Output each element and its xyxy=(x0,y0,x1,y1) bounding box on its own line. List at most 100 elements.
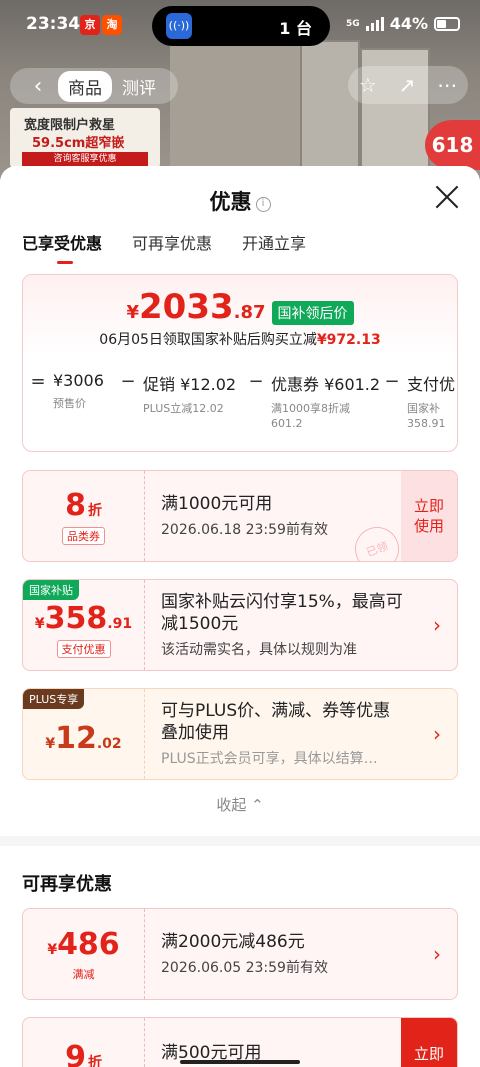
chevron-right-icon[interactable]: › xyxy=(433,942,441,966)
tab-more-available[interactable]: 可再享优惠 xyxy=(132,230,212,264)
breakdown-sub: 预售价 xyxy=(53,397,86,410)
coupon-tag: 支付优惠 xyxy=(56,639,111,658)
breakdown-value: 优惠券 ¥601.2 xyxy=(271,375,381,394)
tab-review[interactable]: 测评 xyxy=(112,71,166,102)
claim-text: 06月05日领取国家补贴后购买立减 xyxy=(99,332,317,348)
coupon-full-reduction[interactable]: ¥ 486 满减 满2000元减486元 2026.06.05 23:59前有效… xyxy=(22,908,458,1000)
network-label: 5G xyxy=(346,18,360,29)
more-icon[interactable]: ⋯ xyxy=(437,73,457,97)
coupon-amount: 8 xyxy=(65,487,86,523)
breakdown-op: − xyxy=(384,371,400,392)
nfc-icon: ((·)) xyxy=(166,13,192,39)
status-bar: 23:34 京 淘 ((·)) 1 台 5G 44% xyxy=(0,0,480,50)
coupon-title: 满2000元减486元 xyxy=(161,932,305,952)
status-time: 23:34 xyxy=(26,14,81,34)
coupon-value: ¥ 486 满减 xyxy=(23,909,145,999)
tab-product[interactable]: 商品 xyxy=(58,70,112,102)
taobao-app-icon: 淘 xyxy=(102,15,122,35)
coupon-amount-decimal: .02 xyxy=(96,735,122,752)
section-divider xyxy=(0,836,480,846)
discount-tabs: 已享受优惠 可再享优惠 开通立享 xyxy=(22,230,306,264)
product-image-cabinet xyxy=(170,40,300,180)
breakdown-op: − xyxy=(248,371,264,392)
coupon-value: ¥ 12 .02 xyxy=(23,689,145,779)
price-currency: ¥ xyxy=(126,302,139,323)
dynamic-island[interactable]: ((·)) 1 台 xyxy=(152,6,330,46)
breakdown-value: 支付优 xyxy=(407,375,456,394)
info-icon[interactable]: i xyxy=(255,197,271,212)
island-text: 1 台 xyxy=(279,19,312,38)
discount-sheet: 优惠 i 已享受优惠 可再享优惠 开通立享 ¥ 2033 .87 国补领后价 06… xyxy=(0,166,480,1067)
sheet-title-wrap: 优惠 i xyxy=(0,186,480,216)
coupon-desc: PLUS正式会员可享，具体以结算… xyxy=(161,751,378,767)
breakdown-sub: 满1000享8折减 601.2 xyxy=(271,402,350,430)
use-now-label: 立即使用 xyxy=(413,497,444,535)
coupon-amount: 9 xyxy=(65,1040,86,1067)
poster-line-2: 59.5cm超窄嵌 xyxy=(32,136,125,151)
collapse-button[interactable]: 收起 ⌃ xyxy=(0,794,480,815)
poster-line-1: 宽度限制户救星 xyxy=(24,118,116,133)
collapse-label: 收起 xyxy=(216,796,247,814)
breakdown-sub: 国家补 358.91 xyxy=(407,402,446,430)
coupon-category[interactable]: 8 折 品类券 满1000元可用 2026.06.18 23:59前有效 已领 … xyxy=(22,470,458,562)
coupon-value: 9 折 xyxy=(23,1018,145,1067)
breakdown-item: = ¥3006 预售价 xyxy=(23,371,113,431)
coupon-currency: ¥ xyxy=(45,735,56,752)
battery-icon xyxy=(434,16,460,31)
coupon-unit: 折 xyxy=(87,502,102,519)
favorite-star-icon[interactable]: ☆ xyxy=(359,73,377,97)
coupon-currency: ¥ xyxy=(47,941,58,958)
coupon-gov-subsidy[interactable]: 国家补贴 ¥ 358 .91 支付优惠 国家补贴云闪付享15%，最高可减1500… xyxy=(22,579,458,671)
use-now-button[interactable]: 立即使用 xyxy=(401,471,457,561)
chevron-right-icon[interactable]: › xyxy=(433,613,441,637)
price-summary: ¥ 2033 .87 国补领后价 06月05日领取国家补贴后购买立减¥972.1… xyxy=(22,274,458,452)
coupon-title: 国家补贴云闪付享15%，最高可减1500元 xyxy=(161,592,403,634)
product-nav: ‹ 商品 测评 xyxy=(10,68,178,104)
sheet-title: 优惠 xyxy=(209,190,252,214)
signal-icon xyxy=(365,16,384,31)
product-actions: ☆ ↗ ⋯ xyxy=(348,66,468,104)
claim-line: 06月05日领取国家补贴后购买立减¥972.13 xyxy=(23,329,457,349)
gov-subsidy-badge: 国补领后价 xyxy=(271,301,354,325)
breakdown-value: ¥3006 xyxy=(53,371,104,390)
price-decimal: .87 xyxy=(233,302,266,323)
breakdown-op: = xyxy=(30,371,46,392)
breakdown-item: − 优惠券 ¥601.2 满1000享8折减 601.2 xyxy=(241,371,381,431)
use-now-button[interactable]: 立即 xyxy=(401,1018,457,1067)
close-icon[interactable] xyxy=(434,184,460,210)
coupon-desc: 该活动需实名，具体以规则为准 xyxy=(161,642,357,658)
tab-enjoyed[interactable]: 已享受优惠 xyxy=(22,230,102,264)
chevron-right-icon[interactable]: › xyxy=(433,722,441,746)
product-image-fridge xyxy=(300,40,360,180)
back-icon[interactable]: ‹ xyxy=(18,74,58,99)
claim-amount: ¥972.13 xyxy=(316,332,381,348)
coupon-plus[interactable]: PLUS专享 ¥ 12 .02 可与PLUS价、满减、券等优惠叠加使用 PLUS… xyxy=(22,688,458,780)
coupon-tag: 品类券 xyxy=(62,526,105,545)
sale-tag: 618 xyxy=(425,120,480,170)
jd-app-icon: 京 xyxy=(80,15,100,35)
coupon-unit: 折 xyxy=(87,1055,102,1067)
chevron-up-icon: ⌃ xyxy=(251,796,264,814)
coupon-value: ¥ 358 .91 支付优惠 xyxy=(23,580,145,670)
coupon-amount: 358 xyxy=(44,600,108,636)
coupon-amount-decimal: .91 xyxy=(107,615,133,632)
coupon-currency: ¥ xyxy=(34,615,45,632)
breakdown-item: − 促销 ¥12.02 PLUS立减12.02 xyxy=(113,371,241,431)
final-price: ¥ 2033 .87 国补领后价 xyxy=(23,275,457,327)
breakdown-op: − xyxy=(120,371,136,392)
home-indicator xyxy=(180,1060,300,1064)
promo-poster: 宽度限制户救星 59.5cm超窄嵌 咨询客服享优惠 xyxy=(10,108,160,168)
poster-line-3: 咨询客服享优惠 xyxy=(22,152,148,166)
breakdown-item: − 支付优 国家补 358.91 xyxy=(377,371,457,431)
coupon-tag: 满减 xyxy=(72,967,95,981)
price-integer: 2033 xyxy=(139,287,234,327)
more-offers-title: 可再享优惠 xyxy=(22,874,112,895)
coupon-amount: 486 xyxy=(57,926,120,962)
tab-activate[interactable]: 开通立享 xyxy=(242,230,306,264)
use-now-label: 立即 xyxy=(413,1045,444,1063)
breakdown-value: 促销 ¥12.02 xyxy=(143,375,237,394)
share-icon[interactable]: ↗ xyxy=(399,73,416,97)
coupon-amount: 12 xyxy=(55,720,97,756)
status-indicators: 5G 44% xyxy=(346,14,460,33)
coupon-expiry: 2026.06.05 23:59前有效 xyxy=(161,960,328,976)
